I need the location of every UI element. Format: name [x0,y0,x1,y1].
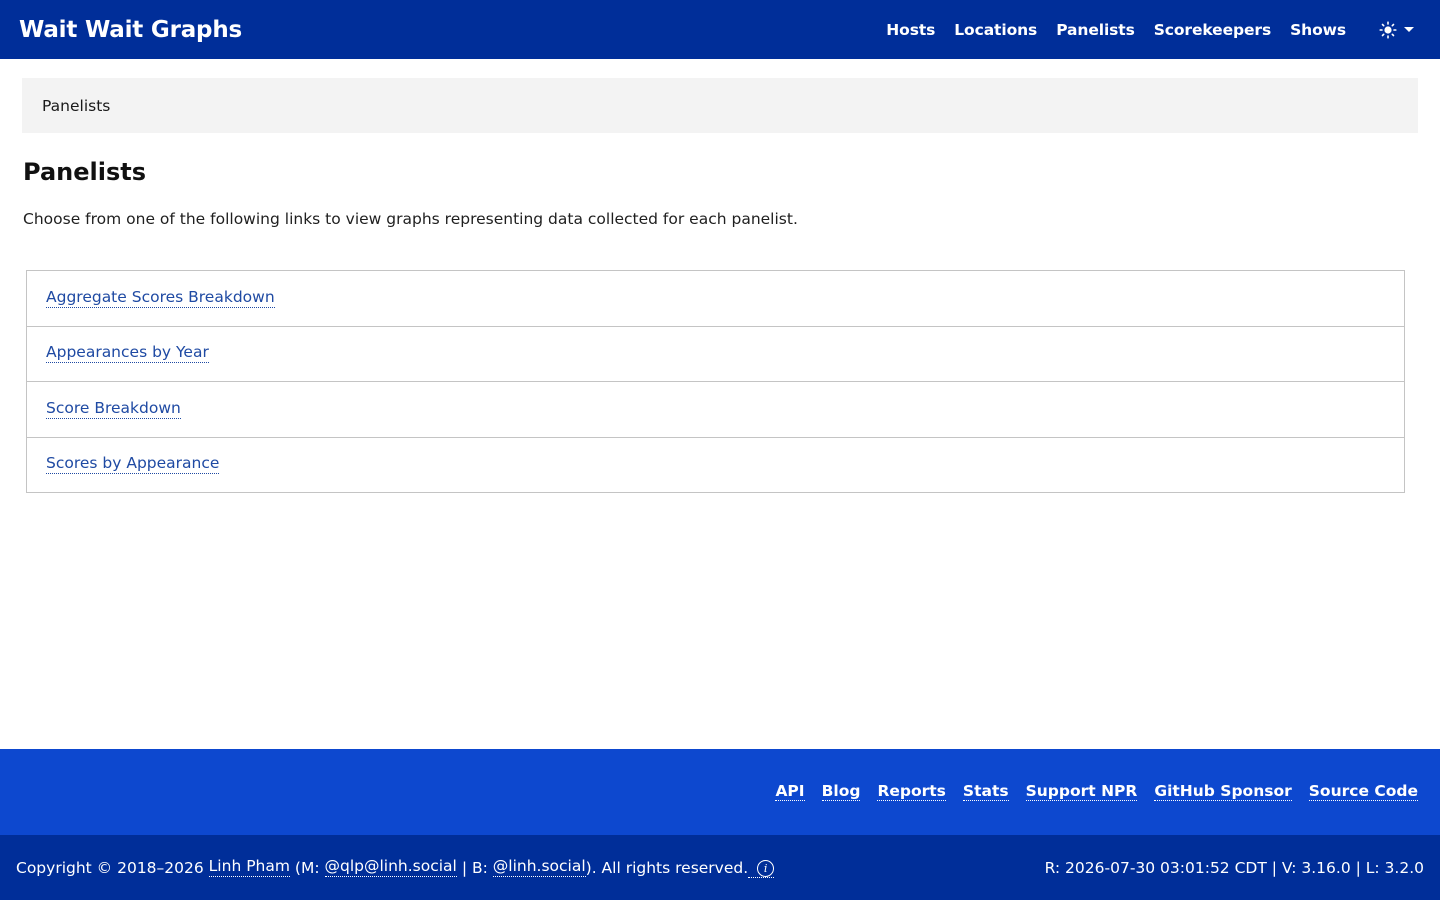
theme-toggle-button[interactable] [1379,20,1414,39]
footer-link-source-code[interactable]: Source Code [1308,782,1418,802]
list-item: Score Breakdown [27,382,1404,438]
footer-link-api[interactable]: API [775,782,805,802]
bluesky-label: | B: [461,858,488,877]
footer-link-stats[interactable]: Stats [962,782,1009,802]
breadcrumb-current: Panelists [42,96,111,115]
breadcrumb: Panelists [22,78,1418,133]
brand-logo[interactable]: Wait Wait Graphs [19,17,242,43]
list-item: Appearances by Year [27,327,1404,382]
footer-links-bar: API Blog Reports Stats Support NPR GitHu… [0,749,1440,835]
link-appearances-by-year[interactable]: Appearances by Year [46,344,209,364]
list-item: Scores by Appearance [27,438,1404,492]
graph-link-list: Aggregate Scores Breakdown Appearances b… [26,270,1405,493]
footer-link-blog[interactable]: Blog [821,782,861,802]
mastodon-label: (M: [294,858,320,877]
footer-link-support-npr[interactable]: Support NPR [1025,782,1138,802]
top-navbar: Wait Wait Graphs Hosts Locations Panelis… [0,0,1440,59]
author-link[interactable]: Linh Pham [208,857,290,877]
page-title: Panelists [23,158,146,186]
rights-text: ). All rights reserved. [585,858,749,877]
main-nav: Hosts Locations Panelists Scorekeepers S… [867,21,1421,39]
intro-text: Choose from one of the following links t… [23,210,798,228]
mastodon-link[interactable]: @qlp@linh.social [324,857,457,877]
link-score-breakdown[interactable]: Score Breakdown [46,399,181,419]
copyright-text: Copyright © 2018–2026 [16,858,204,877]
link-aggregate-scores-breakdown[interactable]: Aggregate Scores Breakdown [46,288,275,308]
footer-link-reports[interactable]: Reports [877,782,946,802]
nav-hosts[interactable]: Hosts [886,21,935,39]
nav-scorekeepers[interactable]: Scorekeepers [1154,21,1271,39]
info-button[interactable]: i [748,857,775,878]
link-scores-by-appearance[interactable]: Scores by Appearance [46,454,220,474]
sun-icon [1379,20,1397,39]
nav-locations[interactable]: Locations [954,21,1037,39]
release-info: R: 2026-07-30 03:01:52 CDT | V: 3.16.0 |… [1044,858,1424,877]
nav-shows[interactable]: Shows [1290,21,1346,39]
footer-link-github-sponsor[interactable]: GitHub Sponsor [1154,782,1292,802]
bluesky-link[interactable]: @linh.social [492,857,586,877]
info-icon: i [757,860,775,877]
nav-panelists[interactable]: Panelists [1056,21,1135,39]
footer-copyright-bar: Copyright © 2018–2026 Linh Pham (M: @qlp… [0,835,1440,900]
list-item: Aggregate Scores Breakdown [27,271,1404,327]
chevron-down-icon [1404,27,1414,32]
